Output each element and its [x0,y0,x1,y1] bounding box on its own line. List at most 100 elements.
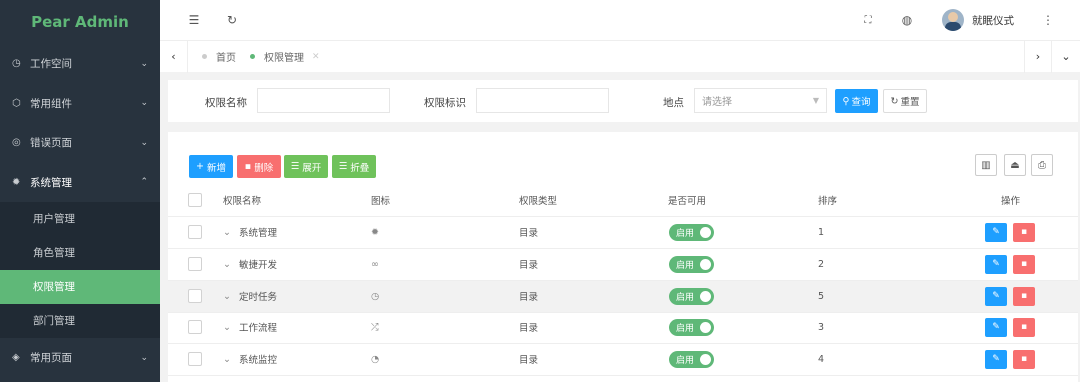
expand-row-icon[interactable]: ⌄ [223,281,231,312]
sidebar-item-workspace[interactable]: ◷ 工作空间 ⌄ [0,44,160,84]
columns-filter-icon[interactable]: ▥ [975,154,997,176]
expand-button-label: 展开 [302,162,322,174]
sidebar-item-common-pages[interactable]: ◈ 常用页面 ⌄ [0,338,160,378]
row-delete-button[interactable]: ▪ [1013,286,1035,306]
edit-button[interactable]: ✎ [985,222,1007,242]
query-button[interactable]: ⚲ 查询 [835,89,878,113]
trash-icon: ▪ [1020,227,1028,238]
row-type: 目录 [519,260,539,272]
sidebar-item-label: 错误页面 [30,137,72,150]
enabled-switch[interactable]: 启用 [669,344,714,375]
permission-code-input[interactable] [476,88,609,113]
expand-row-icon[interactable]: ⌄ [223,217,231,248]
enabled-switch[interactable]: 启用 [669,312,714,343]
chevron-down-icon: ⌄ [1061,50,1071,63]
row-checkbox[interactable] [188,344,202,375]
tab-permissions[interactable]: 权限管理 ✕ [250,41,334,73]
permission-name-label: 权限名称 [205,97,247,109]
sidebar-item-users[interactable]: 用户管理 [0,202,160,236]
tab-label: 权限管理 [264,53,304,64]
collapse-button[interactable]: ☰ 折叠 [332,155,376,178]
switch-label: 启用 [676,323,695,334]
row-checkbox[interactable] [188,249,202,280]
table-row[interactable]: ⌄ 系统管理 ✹ 目录 启用 1 ✎ ▪ [168,217,1078,249]
tab-dot [202,54,207,59]
tab-scroll-right-button[interactable]: › [1024,40,1052,73]
gear-icon: ✹ [12,176,21,188]
flow-icon: ⤮ [371,321,379,333]
enabled-switch[interactable]: 启用 [669,281,714,312]
export-icon[interactable]: ⏏ [1004,154,1026,176]
tab-menu-button[interactable]: ⌄ [1052,41,1080,73]
add-button[interactable]: + 新增 [189,155,233,178]
sidebar-item-error-pages[interactable]: ◎ 错误页面 ⌄ [0,123,160,163]
print-icon[interactable]: ⎙ [1031,154,1053,176]
tab-dot [250,54,255,59]
switch-label: 启用 [676,260,695,271]
edit-button[interactable]: ✎ [985,286,1007,306]
edit-button[interactable]: ✎ [985,349,1007,369]
row-checkbox[interactable] [188,312,202,343]
row-type: 目录 [519,228,539,240]
row-sort: 3 [818,321,825,333]
expand-row-icon[interactable]: ⌄ [223,344,231,375]
row-name: 敏捷开发 [239,260,278,272]
row-delete-button[interactable]: ▪ [1013,222,1035,242]
sidebar-item-permissions[interactable]: 权限管理 [0,270,160,304]
row-delete-button[interactable]: ▪ [1013,349,1035,369]
switch-label: 启用 [676,292,695,303]
add-button-label: 新增 [206,162,226,174]
row-delete-button[interactable]: ▪ [1013,317,1035,337]
query-button-label: 查询 [851,97,871,108]
enabled-switch[interactable]: 启用 [669,217,714,248]
refresh-icon[interactable]: ↻ [222,10,242,30]
tab-home[interactable]: 首页 [188,41,250,73]
globe-icon[interactable]: ◍ [897,10,917,30]
top-header: ☰ ↻ ⛶ ◍ 就眠仪式 ⋮ [160,0,1080,40]
expand-row-icon[interactable]: ⌄ [223,312,231,343]
row-type: 目录 [519,292,539,304]
sidebar-item-components[interactable]: ⬡ 常用组件 ⌄ [0,84,160,124]
pencil-icon: ✎ [992,322,1000,333]
sidebar-item-system[interactable]: ✹ 系统管理 ⌃ [0,163,160,203]
app-logo[interactable]: Pear Admin [0,0,160,44]
expand-button[interactable]: ☰ 展开 [284,155,328,178]
chevron-down-icon: ⌄ [140,58,148,69]
delete-button[interactable]: ▪ 删除 [237,155,281,178]
menu-collapse-icon[interactable]: ☰ [184,10,204,30]
reset-button[interactable]: ↻ 重置 [883,89,927,113]
more-vertical-icon[interactable]: ⋮ [1038,10,1058,30]
fullscreen-icon[interactable]: ⛶ [858,10,878,30]
expand-row-icon[interactable]: ⌄ [223,249,231,280]
pencil-icon: ✎ [992,291,1000,302]
table-row[interactable]: ⌄ 定时任务 ◷ 目录 启用 5 ✎ ▪ [168,281,1078,313]
sidebar-item-label: 常用页面 [30,352,72,365]
shield-check-icon: ◎ [12,137,21,149]
collapse-button-label: 折叠 [350,162,370,174]
sidebar-item-label: 常用组件 [30,97,72,110]
avatar[interactable] [942,9,964,31]
switch-label: 启用 [676,228,695,239]
row-checkbox[interactable] [188,281,202,312]
table-row[interactable]: ⌄ 系统监控 ◔ 目录 启用 4 ✎ ▪ [168,344,1078,376]
table-row[interactable]: ⌄ 工作流程 ⤮ 目录 启用 3 ✎ ▪ [168,312,1078,344]
reset-button-label: 重置 [900,97,920,108]
delete-button-label: 删除 [254,162,274,174]
edit-button[interactable]: ✎ [985,254,1007,274]
select-all-checkbox[interactable] [188,185,202,216]
table-row[interactable]: ⌄ 敏捷开发 ∞ 目录 启用 2 ✎ ▪ [168,249,1078,281]
location-select[interactable]: 请选择 ▼ [694,88,827,113]
edit-button[interactable]: ✎ [985,317,1007,337]
chevron-down-icon: ⌄ [140,352,148,363]
close-icon[interactable]: ✕ [312,52,320,62]
row-checkbox[interactable] [188,217,202,248]
username[interactable]: 就眠仪式 [972,13,1014,28]
sidebar-item-roles[interactable]: 角色管理 [0,236,160,270]
permission-name-input[interactable] [257,88,390,113]
row-sort: 4 [818,353,825,365]
sidebar-item-departments[interactable]: 部门管理 [0,304,160,338]
row-type: 目录 [519,355,539,367]
tab-scroll-left-button[interactable]: ‹ [160,40,188,73]
enabled-switch[interactable]: 启用 [669,249,714,280]
row-delete-button[interactable]: ▪ [1013,254,1035,274]
